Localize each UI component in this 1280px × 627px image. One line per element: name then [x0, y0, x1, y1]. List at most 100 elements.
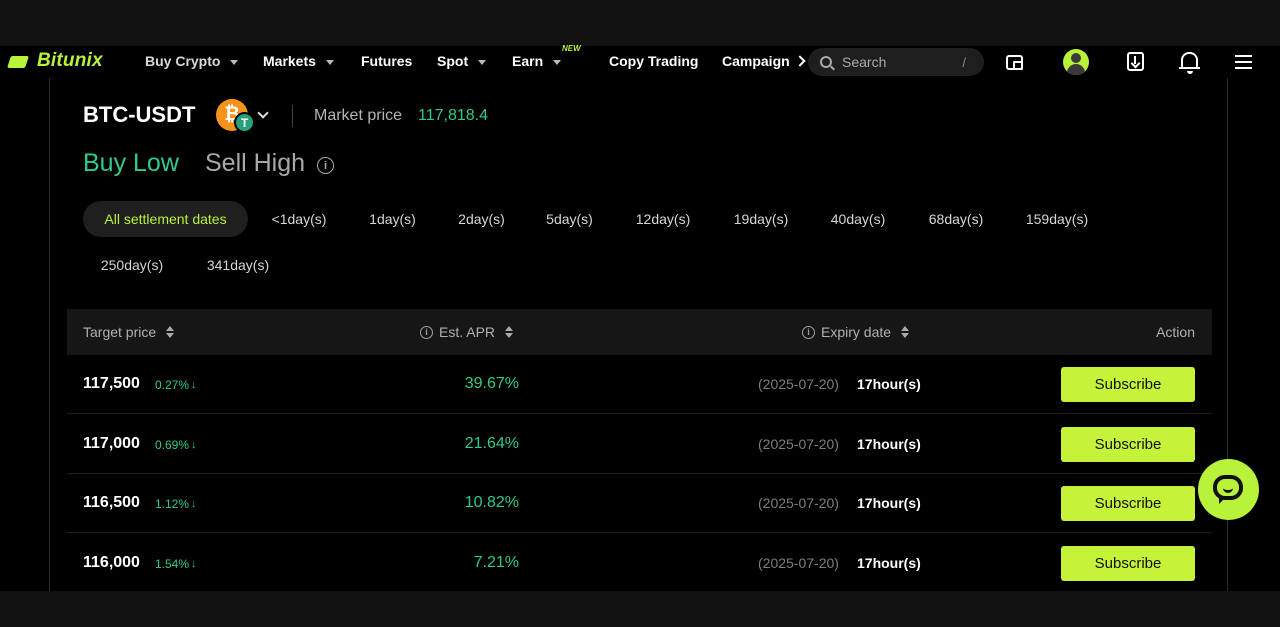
nav-copy-trading[interactable]: Copy Trading: [609, 53, 698, 69]
menu-icon[interactable]: [1235, 55, 1252, 69]
expiry-hours: 17hour(s): [857, 376, 921, 392]
header-target-price-label: Target price: [83, 324, 157, 340]
filter-40day[interactable]: 40day(s): [815, 201, 901, 237]
header-target-price[interactable]: Target price: [83, 324, 175, 340]
search-icon: [820, 56, 832, 68]
filter-all-settlement-dates[interactable]: All settlement dates: [83, 201, 248, 237]
nav-futures[interactable]: Futures: [361, 53, 412, 69]
est-apr: 21.64%: [464, 435, 519, 452]
chat-icon: [1213, 475, 1243, 500]
main-content: BTC-USDT ₿ T Market price 117,818.4 Buy …: [0, 78, 1280, 591]
arrow-down-icon: ↓: [191, 558, 197, 570]
expiry-hours: 17hour(s): [857, 495, 921, 511]
price-distance: 1.12% ↓: [155, 497, 197, 511]
info-icon[interactable]: i: [317, 157, 334, 174]
expiry-date: (2025-07-20): [758, 376, 839, 392]
header-est-apr-label: Est. APR: [439, 324, 496, 340]
chevron-down-icon: [230, 59, 239, 65]
expiry-date: (2025-07-20): [758, 555, 839, 571]
table-header: Target price i Est. APR i Expiry date Ac…: [67, 309, 1212, 355]
arrow-down-icon: ↓: [191, 439, 197, 451]
subscribe-button[interactable]: Subscribe: [1061, 427, 1195, 462]
nav-markets-label: Markets: [263, 53, 316, 69]
new-badge: NEW: [562, 44, 581, 53]
tab-sell-high[interactable]: Sell High: [205, 149, 305, 178]
sort-icon: [505, 326, 514, 338]
bell-icon[interactable]: [1179, 52, 1200, 74]
top-letterbox: [0, 0, 1280, 46]
price-distance-value: 1.12%: [155, 497, 190, 511]
nav-copy-trading-label: Copy Trading: [609, 53, 699, 69]
top-navbar: Bitunix Buy Crypto Markets Futures Spot …: [0, 44, 1280, 78]
header-expiry-date[interactable]: i Expiry date: [802, 324, 910, 340]
wallet-icon[interactable]: [1006, 55, 1023, 70]
nav-markets[interactable]: Markets: [263, 53, 334, 69]
expiry-date: (2025-07-20): [758, 436, 839, 452]
chevron-right-icon[interactable]: [794, 55, 806, 67]
header-action-label: Action: [1156, 324, 1195, 340]
header-est-apr[interactable]: i Est. APR: [420, 324, 514, 340]
filter-1day[interactable]: 1day(s): [355, 201, 430, 237]
sort-icon: [166, 326, 175, 338]
expiry-date: (2025-07-20): [758, 495, 839, 511]
chevron-down-icon: [553, 59, 562, 65]
nav-spot-label: Spot: [437, 53, 469, 69]
expiry-hours: 17hour(s): [857, 436, 921, 452]
target-price: 117,500: [83, 375, 140, 392]
filter-68day[interactable]: 68day(s): [913, 201, 999, 237]
price-distance: 0.27% ↓: [155, 378, 197, 392]
table-row: 116,500 1.12% ↓ 10.82% (2025-07-20) 17hou…: [67, 474, 1212, 533]
nav-earn[interactable]: Earn: [512, 53, 562, 69]
bottom-letterbox: [0, 591, 1280, 627]
arrow-down-icon: ↓: [191, 498, 197, 510]
target-price: 116,000: [83, 554, 140, 571]
usdt-coin-icon: T: [234, 112, 255, 133]
expiry-hours: 17hour(s): [857, 555, 921, 571]
table-row: 117,000 0.69% ↓ 21.64% (2025-07-20) 17hou…: [67, 415, 1212, 474]
price-distance-value: 0.27%: [155, 378, 190, 392]
market-price-value: 117,818.4: [418, 107, 488, 124]
subscribe-button[interactable]: Subscribe: [1061, 546, 1195, 581]
chevron-down-icon: [478, 59, 487, 65]
est-apr: 39.67%: [464, 375, 519, 392]
nav-buy-crypto[interactable]: Buy Crypto: [145, 53, 239, 69]
support-chat-button[interactable]: [1198, 459, 1259, 520]
filter-12day[interactable]: 12day(s): [620, 201, 706, 237]
target-price: 117,000: [83, 435, 140, 452]
header-expiry-date-label: Expiry date: [821, 324, 892, 340]
download-icon[interactable]: [1127, 52, 1144, 71]
logo[interactable]: Bitunix: [9, 50, 103, 72]
nav-buy-crypto-label: Buy Crypto: [145, 53, 221, 69]
nav-spot[interactable]: Spot: [437, 53, 487, 69]
filter-less-1day[interactable]: <1day(s): [258, 201, 340, 237]
table-row: 116,000 1.54% ↓ 7.21% (2025-07-20) 17hour…: [67, 534, 1212, 593]
subscribe-button[interactable]: Subscribe: [1061, 367, 1195, 402]
filter-5day[interactable]: 5day(s): [532, 201, 607, 237]
nav-earn-label: Earn: [512, 53, 544, 69]
tab-buy-low[interactable]: Buy Low: [83, 149, 179, 178]
info-icon[interactable]: i: [802, 325, 815, 339]
filter-2day[interactable]: 2day(s): [444, 201, 519, 237]
table-row: 117,500 0.27% ↓ 39.67% (2025-07-20) 17hou…: [67, 355, 1212, 414]
market-price-label: Market price: [314, 107, 403, 124]
filter-341day[interactable]: 341day(s): [190, 247, 286, 283]
nav-campaign[interactable]: Campaign: [722, 53, 806, 69]
nav-futures-label: Futures: [361, 53, 413, 69]
filter-250day[interactable]: 250day(s): [83, 247, 181, 283]
left-border: [49, 78, 50, 591]
filter-159day[interactable]: 159day(s): [1010, 201, 1104, 237]
avatar[interactable]: [1063, 49, 1089, 75]
pair-title: BTC-USDT: [83, 102, 196, 127]
subscribe-button[interactable]: Subscribe: [1061, 486, 1195, 521]
info-icon[interactable]: i: [420, 325, 433, 339]
search-shortcut: /: [962, 54, 966, 70]
est-apr: 7.21%: [473, 554, 519, 571]
filter-19day[interactable]: 19day(s): [718, 201, 804, 237]
nav-campaign-label: Campaign: [722, 53, 790, 69]
price-distance: 0.69% ↓: [155, 438, 197, 452]
price-distance-value: 0.69%: [155, 438, 190, 452]
header-divider: [292, 105, 293, 127]
search-input[interactable]: Search /: [808, 48, 984, 76]
pair-selector-chevron-down-icon[interactable]: [257, 107, 269, 119]
price-distance: 1.54% ↓: [155, 557, 197, 571]
